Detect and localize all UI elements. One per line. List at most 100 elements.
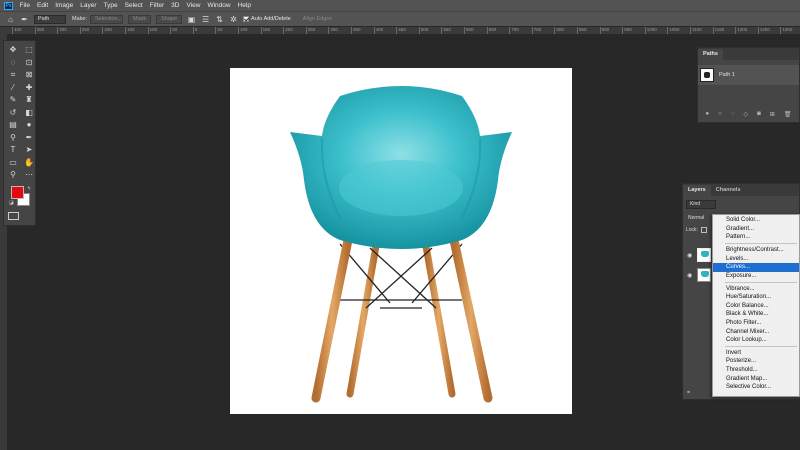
menu-item-black-white[interactable]: Black & White...: [713, 310, 799, 319]
ruler-tick-label: 650: [486, 27, 497, 34]
auto-add-delete-label[interactable]: Auto Add/Delete: [251, 16, 291, 22]
menu-item-color-balance[interactable]: Color Balance...: [713, 302, 799, 311]
link-layers-icon[interactable]: ⚭: [686, 389, 691, 396]
blur-tool-icon[interactable]: ●: [22, 119, 36, 130]
menu-help[interactable]: Help: [234, 0, 254, 11]
clone-stamp-tool-icon[interactable]: ♜: [22, 94, 36, 105]
default-colors-icon[interactable]: ◪: [9, 200, 14, 206]
menu-item-threshold[interactable]: Threshold...: [713, 366, 799, 375]
object-select-tool-icon[interactable]: ⊡: [22, 57, 36, 68]
tab-paths[interactable]: Paths: [698, 49, 723, 60]
menu-select[interactable]: Select: [121, 0, 146, 11]
menu-item-color-lookup[interactable]: Color Lookup...: [713, 336, 799, 345]
type-tool-icon[interactable]: T: [6, 144, 20, 155]
make-label: Make:: [72, 16, 87, 22]
ruler-tick-label: 1300: [780, 27, 793, 34]
marquee-tool-icon[interactable]: ⬚: [22, 44, 36, 55]
quick-mask-icon[interactable]: [8, 212, 19, 220]
ruler-tick-label: 150: [260, 27, 271, 34]
menu-item-photo-filter[interactable]: Photo Filter...: [713, 319, 799, 328]
menu-item-brightness-contrast[interactable]: Brightness/Contrast...: [713, 246, 799, 255]
make-selection-button[interactable]: Selection...: [89, 14, 123, 24]
menu-item-pattern[interactable]: Pattern...: [713, 233, 799, 242]
horizontal-ruler[interactable]: 400 350 300 250 200 150 100 50 0 50 100 150 200 250 30…: [8, 27, 800, 34]
menu-view[interactable]: View: [183, 0, 204, 11]
layer-filter-kind-select[interactable]: Kind: [686, 200, 716, 209]
blend-mode-select[interactable]: Normal: [686, 214, 711, 222]
zoom-tool-icon[interactable]: ⚲: [6, 169, 20, 180]
ruler-tick-label: 300: [57, 27, 67, 34]
menu-item-invert[interactable]: Invert: [713, 349, 799, 358]
menu-type[interactable]: Type: [100, 0, 121, 11]
ruler-tick-label: 250: [305, 27, 316, 34]
menu-item-channel-mixer[interactable]: Channel Mixer...: [713, 328, 799, 337]
fill-path-icon[interactable]: ●: [706, 111, 710, 118]
make-mask-button[interactable]: Mask: [127, 14, 152, 24]
menu-item-curves[interactable]: Curves...: [713, 263, 799, 272]
eyedropper-tool-icon[interactable]: ⁄: [6, 82, 20, 93]
dodge-tool-icon[interactable]: ⚲: [6, 132, 20, 143]
home-icon[interactable]: ⌂: [6, 15, 15, 24]
menu-item-hue-saturation[interactable]: Hue/Saturation...: [713, 293, 799, 302]
add-mask-icon[interactable]: ◙: [757, 111, 761, 118]
foreground-color-swatch[interactable]: [11, 186, 24, 199]
menu-layer[interactable]: Layer: [77, 0, 100, 11]
menu-file[interactable]: File: [16, 0, 33, 11]
menu-image[interactable]: Image: [52, 0, 77, 11]
crop-tool-icon[interactable]: ⌗: [6, 69, 20, 80]
move-tool-icon[interactable]: ✥: [6, 44, 20, 55]
trash-icon[interactable]: 🗑: [784, 111, 792, 118]
make-shape-button[interactable]: Shape: [156, 14, 183, 24]
lock-transparent-icon[interactable]: [700, 227, 707, 233]
menu-window[interactable]: Window: [204, 0, 234, 11]
rectangle-tool-icon[interactable]: ▭: [6, 157, 20, 168]
align-edges-label[interactable]: Align Edges: [303, 16, 332, 22]
path-operations-icon[interactable]: ▣: [187, 15, 196, 24]
menu-item-selective-color[interactable]: Selective Color...: [713, 383, 799, 392]
path-name[interactable]: Path 1: [719, 72, 735, 78]
menu-item-solid-color[interactable]: Solid Color...: [713, 216, 799, 225]
menu-item-gradient-map[interactable]: Gradient Map...: [713, 375, 799, 384]
visibility-eye-icon[interactable]: ◉: [687, 272, 692, 279]
frame-tool-icon[interactable]: ⊠: [22, 69, 36, 80]
auto-add-delete-checkbox[interactable]: [243, 16, 250, 22]
visibility-eye-icon[interactable]: ◉: [687, 252, 692, 259]
gradient-tool-icon[interactable]: ▤: [6, 119, 20, 130]
hand-tool-icon[interactable]: ✋: [22, 157, 36, 168]
stroke-path-icon[interactable]: ○: [718, 111, 722, 118]
photoshop-logo-icon[interactable]: Ps: [4, 1, 13, 10]
eraser-tool-icon[interactable]: ◧: [22, 107, 36, 118]
tab-layers[interactable]: Layers: [683, 185, 711, 196]
path-list-item[interactable]: Path 1: [698, 65, 799, 85]
brush-tool-icon[interactable]: ✎: [6, 94, 20, 105]
menu-3d[interactable]: 3D: [168, 0, 183, 11]
path-arrangement-icon[interactable]: ⇅: [215, 15, 224, 24]
menu-item-vibrance[interactable]: Vibrance...: [713, 285, 799, 294]
tab-channels[interactable]: Channels: [711, 185, 746, 196]
path-selection-tool-icon[interactable]: ➤: [22, 144, 36, 155]
healing-brush-tool-icon[interactable]: ✚: [22, 82, 36, 93]
menu-item-posterize[interactable]: Posterize...: [713, 357, 799, 366]
chair-image: [290, 86, 512, 403]
document-canvas[interactable]: [230, 68, 572, 414]
menu-item-gradient[interactable]: Gradient...: [713, 225, 799, 234]
ruler-tick-label: 50: [170, 27, 178, 34]
gear-icon[interactable]: ✲: [229, 15, 238, 24]
layer-row[interactable]: ◉: [683, 266, 713, 284]
make-work-path-icon[interactable]: ◇: [743, 111, 748, 118]
new-path-icon[interactable]: ⊞: [770, 111, 775, 118]
menu-item-exposure[interactable]: Exposure...: [713, 272, 799, 281]
tool-mode-select[interactable]: Path: [34, 14, 66, 24]
lasso-tool-icon[interactable]: ◌: [6, 57, 20, 68]
more-tools-icon[interactable]: ⋯: [22, 169, 36, 180]
menu-filter[interactable]: Filter: [146, 0, 167, 11]
layer-row[interactable]: ◉: [683, 246, 713, 264]
history-brush-tool-icon[interactable]: ↺: [6, 107, 20, 118]
path-alignment-icon[interactable]: ☰: [201, 15, 210, 24]
menu-item-levels[interactable]: Levels...: [713, 255, 799, 264]
menu-edit[interactable]: Edit: [33, 0, 51, 11]
pen-tool-icon[interactable]: ✒: [20, 15, 29, 24]
load-path-as-selection-icon[interactable]: ◌: [731, 111, 735, 118]
pen-tool-icon[interactable]: ✒: [22, 132, 36, 143]
swap-colors-icon[interactable]: ↰: [27, 186, 31, 192]
